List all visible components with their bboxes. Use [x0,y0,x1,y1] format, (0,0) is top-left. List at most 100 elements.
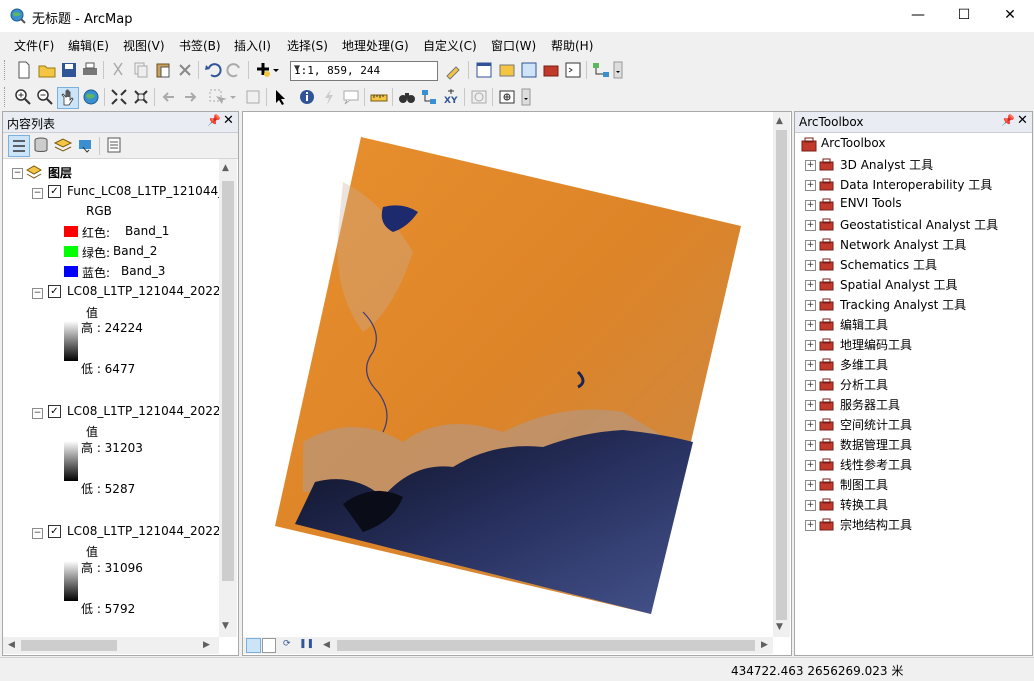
toolbox-label[interactable]: ENVI Tools [840,196,902,210]
layer-expander[interactable]: − [32,528,43,539]
toolbox-expander[interactable]: + [805,380,816,391]
map-vertical-scrollbar[interactable]: ▲ ▼ [773,112,790,637]
measure-icon[interactable] [369,87,389,107]
paste-icon[interactable] [153,60,173,80]
fixed-zoom-in-icon[interactable] [109,87,129,107]
pin-icon[interactable]: 📌 [1001,114,1015,127]
toolbox-expander[interactable]: + [805,520,816,531]
toolbox-expander[interactable]: + [805,440,816,451]
menu-geoprocessing[interactable]: 地理处理(G) [342,37,409,54]
find-route-icon[interactable] [419,87,439,107]
list-by-source-icon[interactable] [31,135,51,155]
html-popup-icon[interactable] [341,87,361,107]
close-icon[interactable]: ✕ [223,113,234,128]
toolbox-label[interactable]: 服务器工具 [840,396,900,413]
layer-visibility-checkbox[interactable]: ✓ [48,525,61,538]
toolbox-label[interactable]: Network Analyst 工具 [840,236,966,253]
select-dropdown-icon[interactable] [228,87,238,107]
undo-icon[interactable] [203,60,223,80]
scroll-up-arrow-icon[interactable]: ▲ [776,116,783,126]
close-window-button[interactable]: ✕ [987,0,1033,32]
scroll-right-arrow-icon[interactable]: ▶ [761,640,768,650]
map-scale-combobox[interactable]: 1:1, 859, 244 ▼ [290,61,438,81]
map-view[interactable]: ▲ ▼ ⟳ ❚❚ ◀ ▶ [242,111,792,656]
scrollbar-thumb[interactable] [337,640,755,651]
layer-visibility-checkbox[interactable]: ✓ [48,285,61,298]
layer-name[interactable]: LC08_L1TP_121044_202204 [67,524,236,538]
toolbox-label[interactable]: 编辑工具 [840,316,888,333]
toolbox-label[interactable]: 制图工具 [840,476,888,493]
layer-name[interactable]: LC08_L1TP_121044_202204 [67,404,236,418]
pin-icon[interactable]: 📌 [207,114,221,127]
toc-window-icon[interactable] [474,60,494,80]
menu-file[interactable]: 文件(F) [14,37,54,54]
catalog-window-icon[interactable] [497,60,517,80]
pause-drawing-icon[interactable]: ❚❚ [299,639,314,649]
clear-selection-icon[interactable] [243,87,263,107]
hyperlink-icon[interactable] [319,87,339,107]
toolbox-label[interactable]: Tracking Analyst 工具 [840,296,966,313]
menu-view[interactable]: 视图(V) [123,37,165,54]
menu-customize[interactable]: 自定义(C) [423,37,477,54]
scroll-left-arrow-icon[interactable]: ◀ [8,640,15,650]
toolbox-label[interactable]: 地理编码工具 [840,336,912,353]
toolbox-label[interactable]: Geostatistical Analyst 工具 [840,216,998,233]
find-binoculars-icon[interactable] [397,87,417,107]
layer-expander[interactable]: − [32,188,43,199]
toolbar-options-icon[interactable] [613,60,623,80]
layer-expander[interactable]: − [32,288,43,299]
menu-edit[interactable]: 编辑(E) [68,37,109,54]
minimize-button[interactable]: — [895,0,941,32]
toc-horizontal-scrollbar[interactable]: ◀ ▶ [3,637,219,654]
new-document-icon[interactable] [14,60,34,80]
editor-toolbar-icon[interactable] [444,60,464,80]
print-icon[interactable] [80,60,100,80]
toolbox-expander[interactable]: + [805,160,816,171]
select-features-icon[interactable] [207,87,227,107]
select-elements-arrow-icon[interactable] [270,87,290,107]
menu-windows[interactable]: 窗口(W) [491,37,536,54]
toolbox-expander[interactable]: + [805,240,816,251]
zoom-out-icon[interactable] [35,87,55,107]
toolbox-label[interactable]: 空间统计工具 [840,416,912,433]
layers-expander[interactable]: − [12,168,23,179]
identify-icon[interactable] [297,87,317,107]
menu-help[interactable]: 帮助(H) [551,37,593,54]
menu-selection[interactable]: 选择(S) [287,37,328,54]
toolbox-expander[interactable]: + [805,300,816,311]
refresh-icon[interactable]: ⟳ [283,639,291,649]
layer-visibility-checkbox[interactable]: ✓ [48,405,61,418]
toolbar-grip[interactable] [4,87,8,107]
toolbox-expander[interactable]: + [805,460,816,471]
toolbox-expander[interactable]: + [805,220,816,231]
zoom-in-icon[interactable] [13,87,33,107]
map-horizontal-scrollbar[interactable]: ⟳ ❚❚ ◀ ▶ [243,637,773,654]
scrollbar-thumb[interactable] [21,640,117,651]
full-extent-globe-icon[interactable] [81,87,101,107]
modelbuilder-icon[interactable] [591,60,611,80]
scrollbar-thumb[interactable] [222,181,234,581]
toolbox-expander[interactable]: + [805,500,816,511]
layer-expander[interactable]: − [32,408,43,419]
toolbox-label[interactable]: 分析工具 [840,376,888,393]
toolbox-expander[interactable]: + [805,320,816,331]
toc-options-icon[interactable] [104,135,124,155]
toolbox-label[interactable]: Data Interoperability 工具 [840,176,992,193]
chevron-down-icon[interactable]: ▼ [294,63,434,74]
pan-hand-icon[interactable] [57,87,79,109]
python-window-icon[interactable] [563,60,583,80]
layer-visibility-checkbox[interactable]: ✓ [48,185,61,198]
toolbox-label[interactable]: Schematics 工具 [840,256,937,273]
toolbox-expander[interactable]: + [805,280,816,291]
time-slider-icon[interactable] [469,87,489,107]
arctoolbox-root-label[interactable]: ArcToolbox [821,136,885,150]
scroll-up-arrow-icon[interactable]: ▲ [222,163,229,173]
toolbox-expander[interactable]: + [805,340,816,351]
forward-extent-icon[interactable] [180,87,200,107]
copy-icon[interactable] [131,60,151,80]
list-by-visibility-icon[interactable] [53,135,73,155]
close-icon[interactable]: ✕ [1017,113,1028,128]
back-extent-icon[interactable] [159,87,179,107]
menu-bookmarks[interactable]: 书签(B) [179,37,221,54]
toolbox-expander[interactable]: + [805,180,816,191]
